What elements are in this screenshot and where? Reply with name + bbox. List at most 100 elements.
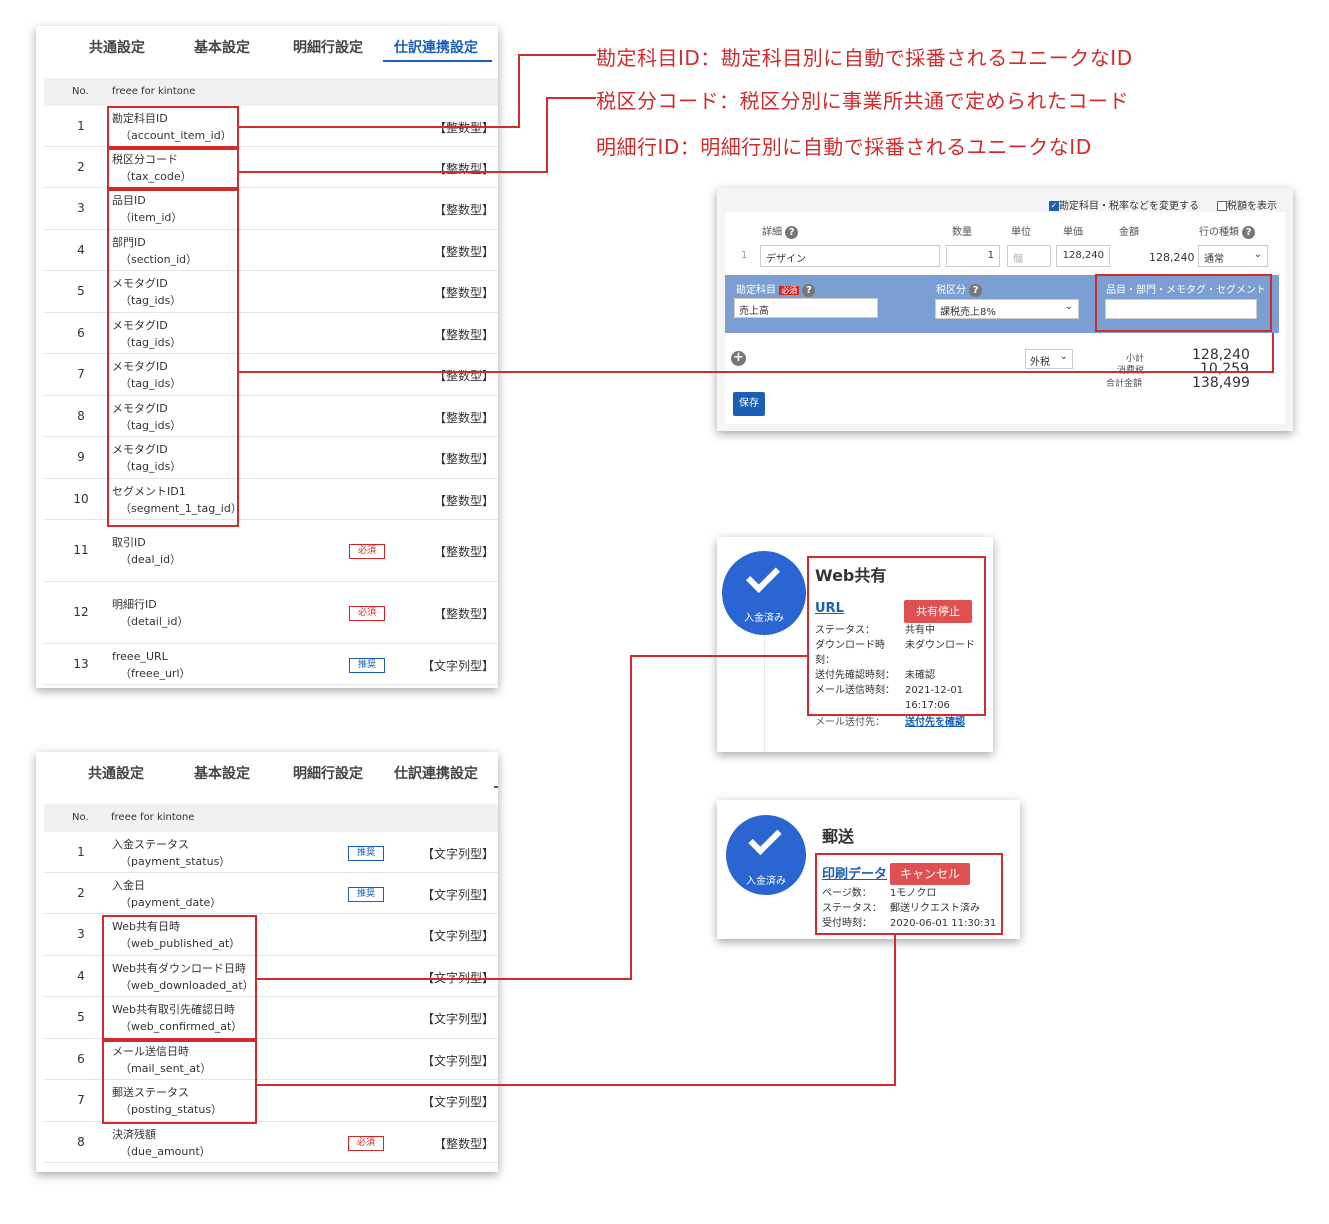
field-label: 取引ID (112, 536, 146, 549)
add-row-icon[interactable]: + (731, 351, 746, 366)
field-type: 【文字列型】 (421, 846, 494, 861)
col-qty: 数量 (952, 227, 972, 238)
change-account-checkbox-label[interactable]: ✓ 勘定科目・税率などを変更する (1049, 197, 1199, 212)
connector-line (239, 126, 520, 128)
tab-common[interactable]: 共通設定 (89, 37, 145, 57)
highlight-item-segment (1095, 274, 1272, 332)
row-number: 11 (73, 543, 89, 557)
highlight-web-fields (102, 915, 257, 1040)
tab-detail-line[interactable]: 明細行設定 (293, 763, 363, 783)
account-input[interactable]: 売上高 (734, 298, 878, 318)
active-tab-indicator (383, 60, 492, 62)
help-icon[interactable]: ? (969, 283, 983, 297)
tab-journal-link[interactable]: 仕訳連携設定 (394, 37, 478, 57)
recommended-badge: 推奨 (348, 845, 384, 861)
field-type: 【文字列型】 (421, 1095, 494, 1109)
field-type: 【文字列型】 (421, 658, 494, 673)
recipient-link[interactable]: 送付先を確認 (905, 715, 965, 730)
field-type: 【整数型】 (433, 244, 494, 259)
chevron-down-icon: ⌄ (1253, 249, 1262, 260)
connector-line (894, 935, 896, 1086)
field-type: 【整数型】 (433, 545, 494, 559)
postal-card: 入金済み 郵送 印刷データ キャンセル ページ数： 1モノクロ ステータス： 郵… (717, 800, 1020, 939)
col-detail: 詳細 ? (762, 223, 799, 239)
table-header: No. freee for kintone (44, 78, 498, 106)
field-label: freee_URL (112, 649, 168, 663)
connector-line (546, 97, 548, 173)
required-badge: 必須 (779, 286, 800, 295)
unit-input[interactable]: 個 (1007, 245, 1051, 267)
price-input[interactable]: 128,240 (1056, 245, 1110, 267)
row-number: 8 (77, 1134, 85, 1149)
connector-line (630, 655, 632, 980)
table-row: 1 入金ステータス （payment_status） 推奨 【文字列型】 (44, 832, 498, 873)
highlight-postal (815, 853, 1003, 935)
tab-journal-link[interactable]: 仕訳連携設定 (394, 763, 478, 783)
field-type: 【文字列型】 (422, 969, 494, 986)
connector-line (518, 54, 596, 56)
row-number: 2 (77, 885, 85, 900)
note-tax-code: 税区分コード：税区分別に事業所共通で定められたコード (596, 89, 1129, 113)
field-code: （freee_url） (120, 666, 191, 680)
chevron-down-icon: ⌄ (1064, 301, 1073, 312)
connector-line (518, 54, 520, 128)
chevron-down-icon: ⌄ (1059, 351, 1068, 362)
field-type: 【整数型】 (433, 286, 494, 300)
field-code: （payment_status） (120, 854, 231, 868)
field-name: freee_URL （freee_url） (112, 648, 191, 682)
settings-tabs: 共通設定 基本設定 明細行設定 仕訳連携設定 (36, 752, 498, 790)
tab-basic[interactable]: 基本設定 (194, 37, 250, 57)
field-type: 【文字列型】 (421, 929, 494, 943)
quantity-input[interactable]: 1 (946, 245, 1000, 267)
total-label: 合計金額 (1106, 379, 1143, 389)
help-icon[interactable]: ? (785, 225, 799, 239)
tax-amount-label: 消費税 (1117, 363, 1144, 376)
tax-mode-select[interactable]: 外税 ⌄ (1025, 349, 1073, 369)
help-icon[interactable]: ? (802, 283, 816, 297)
connector-line (239, 171, 548, 173)
row-number: 12 (73, 605, 89, 619)
connector-line (257, 1084, 896, 1086)
field-name: 決済残額 （due_amount） (112, 1126, 211, 1160)
highlight-account-item-id (107, 106, 239, 148)
recipient-label: メール送付先： (815, 717, 885, 728)
connector-line (257, 978, 632, 980)
table-row: 11 取引ID （deal_id） 必須 【整数型】 (44, 520, 498, 582)
field-code: （detail_id） (120, 615, 189, 628)
checkmark-icon (748, 821, 782, 856)
help-icon[interactable]: ? (1242, 225, 1256, 239)
checkbox-empty-icon[interactable] (1217, 201, 1227, 211)
row-type-select[interactable]: 通常 ⌄ (1198, 245, 1268, 267)
tax-select[interactable]: 課税売上8% ⌄ (935, 299, 1079, 319)
active-tab-indicator (494, 786, 498, 788)
detail-input[interactable]: デザイン (760, 245, 940, 267)
header-field-name: freee for kintone (112, 86, 196, 97)
tab-detail-line[interactable]: 明細行設定 (293, 37, 363, 57)
field-label: 入金ステータス (112, 837, 189, 851)
field-type: 【整数型】 (433, 410, 494, 425)
field-type: 【整数型】 (433, 493, 494, 508)
recommended-badge: 推奨 (349, 657, 385, 673)
field-type: 【文字列型】 (421, 1053, 494, 1068)
row-number: 1 (77, 844, 85, 859)
field-label: 入金日 (112, 878, 145, 892)
freee-line-form: ✓ 勘定科目・税率などを変更する 税額を表示 詳細 ? 数量 単位 単価 金額 行… (717, 188, 1293, 431)
table-row: 12 明細行ID （detail_id） 必須 【整数型】 (44, 582, 498, 644)
tab-basic[interactable]: 基本設定 (194, 763, 250, 783)
checkmark-icon (746, 559, 780, 593)
total-value: 138,499 (1192, 375, 1250, 391)
required-badge: 必須 (349, 606, 385, 621)
header-no: No. (72, 86, 89, 97)
save-button[interactable]: 保存 (733, 392, 765, 416)
field-code: （deal_id） (120, 553, 182, 566)
table-header: No. freee for kintone (44, 804, 498, 832)
field-type: 【文字列型】 (421, 1012, 494, 1026)
field-type: 【整数型】 (433, 369, 494, 383)
show-tax-checkbox-label[interactable]: 税額を表示 (1217, 197, 1277, 212)
checkbox-checked-icon[interactable]: ✓ (1049, 201, 1059, 211)
field-type: 【整数型】 (433, 1136, 494, 1151)
field-name: 入金ステータス （payment_status） (112, 836, 230, 870)
connector-line (1272, 333, 1274, 373)
highlight-item-tag-segment (107, 189, 239, 527)
tab-common[interactable]: 共通設定 (88, 763, 144, 783)
